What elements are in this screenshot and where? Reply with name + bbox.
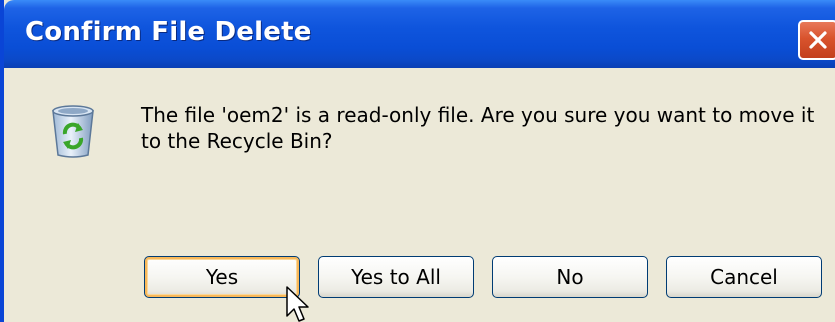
dialog-body: The file 'oem2' is a read-only file. Are… [8,68,835,322]
yes-button[interactable]: Yes [144,256,300,298]
yes-to-all-button[interactable]: Yes to All [318,256,474,298]
message-text: The file 'oem2' is a read-only file. Are… [141,103,815,153]
close-button[interactable] [798,20,835,60]
recycle-bin-icon [52,105,94,158]
window-title: Confirm File Delete [25,17,312,47]
cancel-button[interactable]: Cancel [666,256,822,298]
close-icon [809,31,827,49]
no-button[interactable]: No [492,256,648,298]
confirm-dialog: Confirm File Delete The file 'oem2' is a… [0,0,835,322]
mouse-pointer-icon [286,286,309,322]
title-bar[interactable]: Confirm File Delete [4,0,835,68]
